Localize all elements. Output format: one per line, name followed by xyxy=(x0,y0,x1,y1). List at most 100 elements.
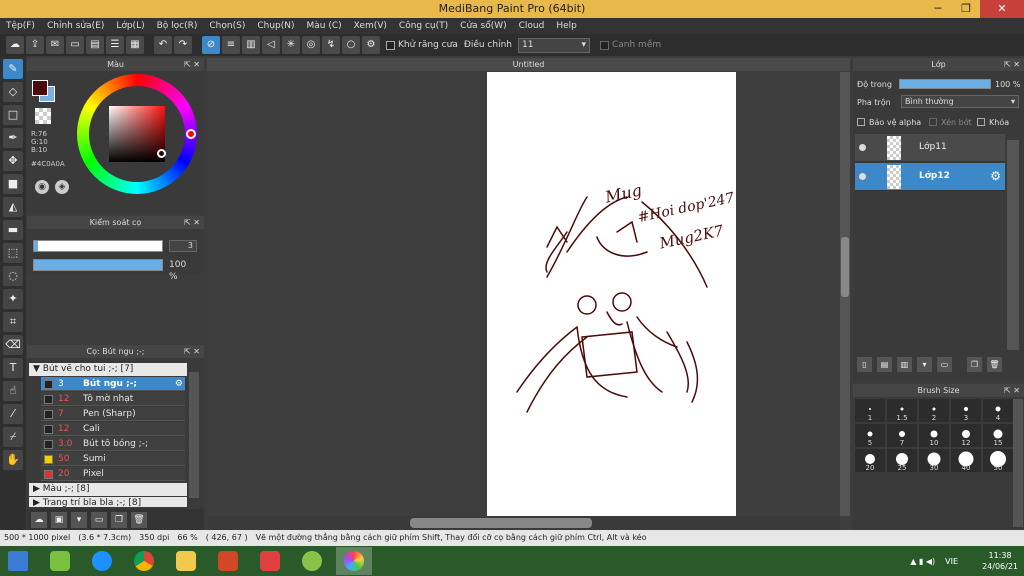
comment-icon[interactable]: ▭ xyxy=(66,36,84,54)
menu-snap[interactable]: Chụp(N) xyxy=(251,18,300,34)
eraser-tool-icon[interactable]: ◇ xyxy=(3,82,23,102)
menu-help[interactable]: Help xyxy=(550,18,583,34)
palette-add-icon[interactable]: ◈ xyxy=(55,180,69,194)
select-pen-icon[interactable]: ⌗ xyxy=(3,312,23,332)
maximize-button[interactable]: ❐ xyxy=(952,0,980,18)
horizontal-scroll-thumb[interactable] xyxy=(410,518,592,528)
panel-controls-icon[interactable]: ⇱ ✕ xyxy=(184,216,200,229)
layer-menu-icon[interactable]: ▾ xyxy=(917,356,932,372)
blend-mode-select[interactable]: Bình thường ▾ xyxy=(901,95,1019,108)
cloud-brush-icon[interactable]: ☁ xyxy=(31,511,47,528)
snap-off-icon[interactable]: ⊘ xyxy=(202,36,220,54)
brush-item[interactable]: 20 Pixel xyxy=(41,467,185,481)
new-halftone-layer-icon[interactable]: ▤ xyxy=(877,356,892,372)
panel-controls-icon[interactable]: ⇱ ✕ xyxy=(184,58,200,71)
panel-controls-icon[interactable]: ⇱ ✕ xyxy=(184,345,200,358)
color-cursor[interactable] xyxy=(157,149,166,158)
menu-tools[interactable]: Công cụ(T) xyxy=(393,18,454,34)
brush-size-cell[interactable]: 4 xyxy=(983,399,1013,422)
clip-checkbox[interactable] xyxy=(929,118,937,126)
layer-row-lop12[interactable]: Lớp12 ⚙ xyxy=(855,163,1005,191)
eyedropper-tool-icon[interactable]: ⌿ xyxy=(3,427,23,447)
brush-size-cell[interactable]: 1 xyxy=(855,399,885,422)
cloud-icon[interactable]: ☁ xyxy=(6,36,24,54)
brush-item[interactable]: 12 Tô mờ nhạt xyxy=(41,392,185,406)
hand-tool-icon[interactable]: ✋ xyxy=(3,450,23,470)
brush-size-cell[interactable]: 25 xyxy=(887,449,917,472)
transparent-swatch[interactable] xyxy=(35,108,51,124)
snap-ellipse-icon[interactable]: ○ xyxy=(342,36,360,54)
brush-group-1[interactable]: ▼ Bút vẽ cho tui ;-; [7] xyxy=(29,363,187,376)
brush-size-cell[interactable]: 2 xyxy=(919,399,949,422)
duplicate-icon[interactable]: ❐ xyxy=(111,511,127,528)
document-icon[interactable]: ▤ xyxy=(86,36,104,54)
magic-wand-icon[interactable]: ✦ xyxy=(3,289,23,309)
lock-checkbox[interactable] xyxy=(977,118,985,126)
snap-cross-icon[interactable]: ▥ xyxy=(242,36,260,54)
vertical-scroll-thumb[interactable] xyxy=(841,237,849,297)
color-wheel[interactable] xyxy=(77,74,197,194)
menu-view[interactable]: Xem(V) xyxy=(348,18,393,34)
brush-group-3[interactable]: ▶ Trang trí bla bla ;-; [8] xyxy=(29,497,187,507)
hue-cursor[interactable] xyxy=(186,129,196,139)
taskbar-app-medibang[interactable] xyxy=(336,547,372,575)
select-eraser-icon[interactable]: ⌫ xyxy=(3,335,23,355)
snap-parallel-icon[interactable]: ≡ xyxy=(222,36,240,54)
antialias-checkbox[interactable] xyxy=(386,40,395,50)
new-layer-icon[interactable]: ▯ xyxy=(857,356,872,372)
dropper-tool-icon[interactable]: ⁄ xyxy=(3,404,23,424)
foreground-color-swatch[interactable] xyxy=(32,80,48,96)
select-tool-icon[interactable]: ⬚ xyxy=(3,243,23,263)
minimize-button[interactable]: ─ xyxy=(924,0,952,18)
snap-curve-icon[interactable]: ↯ xyxy=(322,36,340,54)
brush-size-scrollbar[interactable] xyxy=(1013,399,1023,527)
share-icon[interactable]: ⇪ xyxy=(26,36,44,54)
taskbar-app-powerpoint[interactable] xyxy=(210,547,246,575)
brush-size-cell[interactable]: 40 xyxy=(951,449,981,472)
taskbar-app-chrome[interactable] xyxy=(126,547,162,575)
brush-item[interactable]: 3 Bút ngu ;-; ⚙ xyxy=(41,377,185,391)
vertical-scrollbar[interactable] xyxy=(840,72,850,516)
horizontal-scrollbar[interactable] xyxy=(207,516,840,530)
panel-controls-icon[interactable]: ⇱ ✕ xyxy=(1004,58,1020,71)
taskbar-app-explorer[interactable] xyxy=(168,547,204,575)
menu-filter[interactable]: Bộ lọc(R) xyxy=(151,18,204,34)
drawing-canvas[interactable]: Mug #Hoi dop'247 Mug2K7 xyxy=(487,72,736,516)
menu-color[interactable]: Màu (C) xyxy=(301,18,348,34)
brush-tool-icon[interactable]: ✎ xyxy=(3,59,23,79)
gear-icon[interactable]: ⚙ xyxy=(990,169,1001,183)
chat-icon[interactable]: ✉ xyxy=(46,36,64,54)
taskbar-app-unikey[interactable] xyxy=(252,547,288,575)
brush-item[interactable]: 7 Pen (Sharp) xyxy=(41,407,185,421)
brush-list-scrollbar[interactable] xyxy=(189,372,199,498)
rectangle-tool-icon[interactable]: □ xyxy=(3,105,23,125)
grid-icon[interactable]: ▦ xyxy=(126,36,144,54)
panel-controls-icon[interactable]: ⇱ ✕ xyxy=(1004,384,1020,397)
snap-vanish-icon[interactable]: ◁ xyxy=(262,36,280,54)
taskbar-app-coccoc[interactable] xyxy=(294,547,330,575)
undo-icon[interactable]: ↶ xyxy=(154,36,172,54)
clock[interactable]: 11:38 24/06/21 xyxy=(982,550,1018,572)
menu-select[interactable]: Chọn(S) xyxy=(203,18,251,34)
lasso-tool-icon[interactable]: ◌ xyxy=(3,266,23,286)
gradient-tool-icon[interactable]: ▬ xyxy=(3,220,23,240)
canvas-tab[interactable]: Untitled xyxy=(207,58,850,71)
new-8bit-layer-icon[interactable]: ▥ xyxy=(897,356,912,372)
menu-file[interactable]: Tệp(F) xyxy=(0,18,41,34)
start-button[interactable] xyxy=(0,547,36,575)
brush-size-cell[interactable]: 1.5 xyxy=(887,399,917,422)
menu-cloud[interactable]: Cloud xyxy=(513,18,551,34)
list-icon[interactable]: ☰ xyxy=(106,36,124,54)
brush-size-cell[interactable]: 3 xyxy=(951,399,981,422)
taskbar-app-bluestacks[interactable] xyxy=(42,547,78,575)
brush-size-cell[interactable]: 12 xyxy=(951,424,981,447)
delete-layer-icon[interactable]: 🗑 xyxy=(987,356,1002,372)
gear-icon[interactable]: ⚙ xyxy=(175,377,183,391)
canh-mem-checkbox[interactable] xyxy=(599,40,609,50)
brush-size-value[interactable]: 3 xyxy=(169,240,197,252)
snap-radial-icon[interactable]: ✳ xyxy=(282,36,300,54)
adjust-select[interactable]: 11 ▾ xyxy=(517,37,590,53)
language-indicator[interactable]: VIE xyxy=(945,557,958,566)
brush-item[interactable]: 12 Cali xyxy=(41,422,185,436)
visibility-icon[interactable] xyxy=(859,144,866,151)
